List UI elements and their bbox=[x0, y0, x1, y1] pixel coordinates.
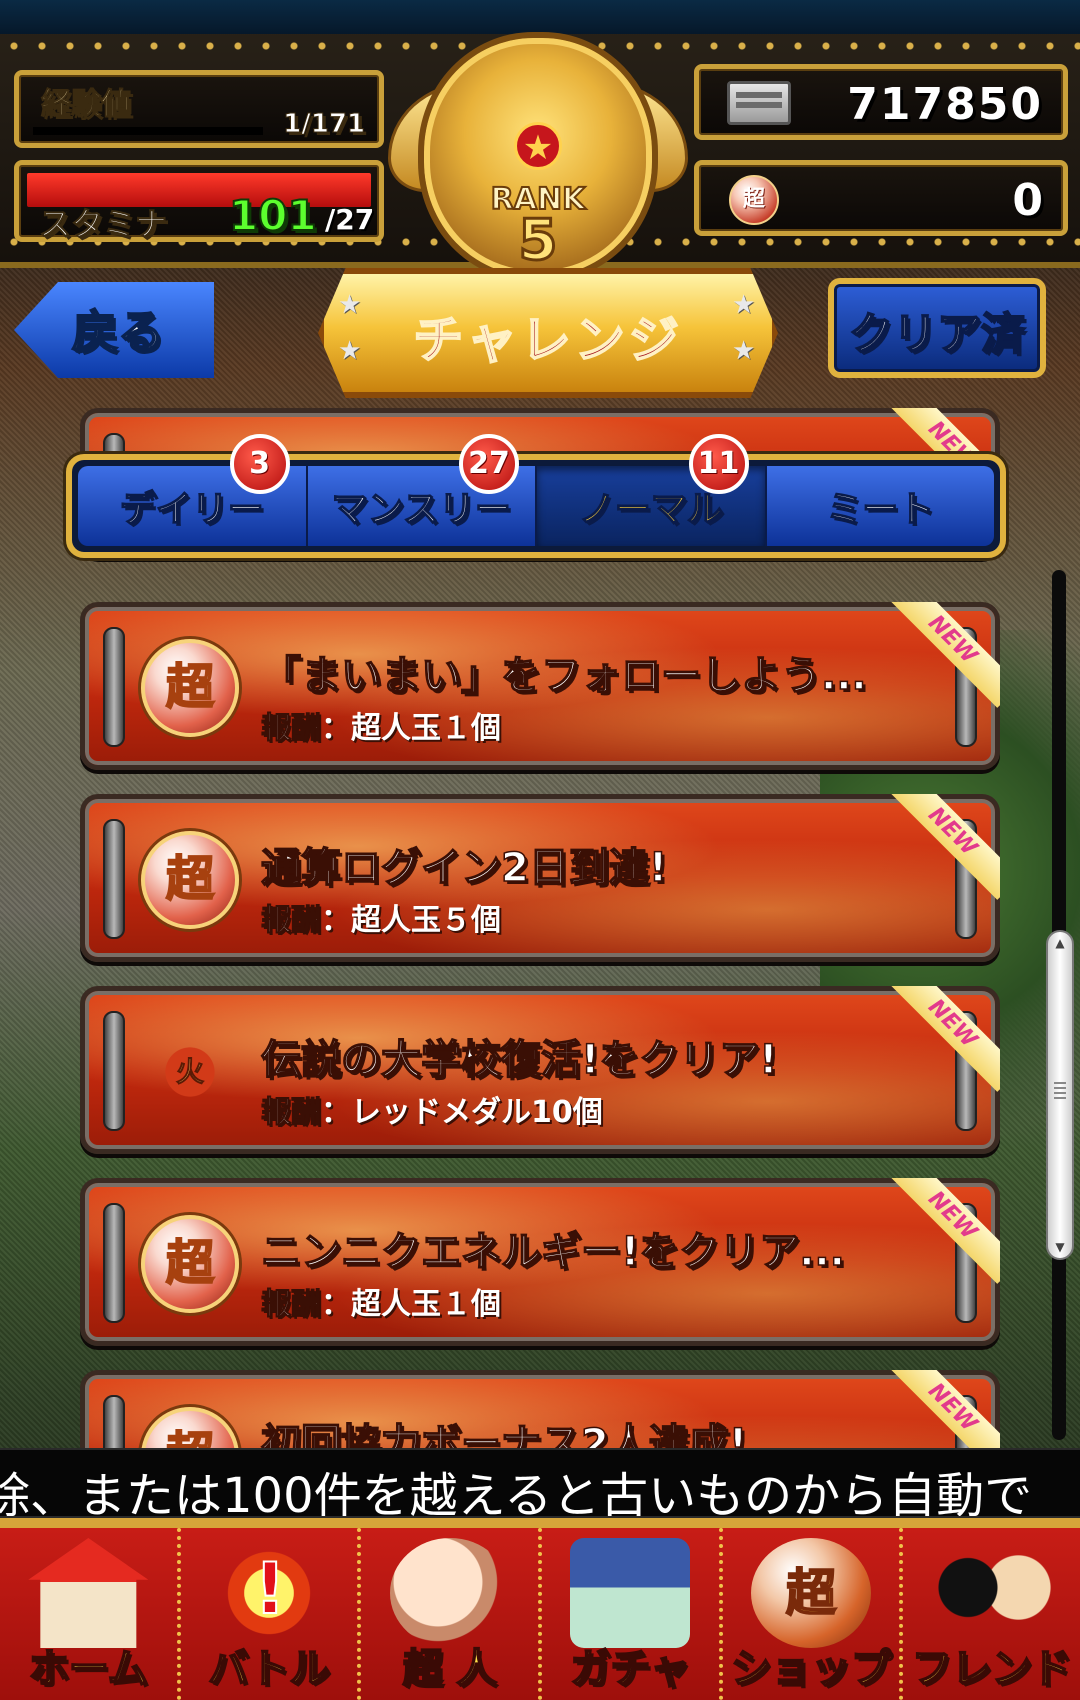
gem-value: 0 bbox=[1012, 175, 1043, 226]
scrollbar-thumb[interactable]: ▲ ▼ bbox=[1046, 930, 1074, 1260]
reward-value: 超人玉５個 bbox=[351, 903, 501, 938]
stamina-max: /27 bbox=[325, 203, 375, 236]
mission-reward: 報酬：超人玉１個 bbox=[261, 1287, 502, 1323]
tab-normal[interactable]: ノーマル 11 bbox=[537, 434, 767, 546]
chojin-orb-icon: 超 bbox=[729, 175, 779, 225]
gacha-icon bbox=[570, 1538, 691, 1648]
new-label: NEW bbox=[890, 602, 1000, 708]
reward-label: 報酬 bbox=[261, 1287, 322, 1323]
page-title: チャレンジ bbox=[412, 310, 683, 370]
reward-value: 超人玉１個 bbox=[351, 1287, 501, 1322]
rank-number: 5 bbox=[517, 207, 559, 275]
nav-home[interactable]: ホーム bbox=[0, 1528, 181, 1700]
new-ribbon: NEW bbox=[890, 794, 1000, 904]
red-medal-icon: 火 bbox=[141, 1023, 239, 1121]
scroll-up-icon: ▲ bbox=[1055, 936, 1065, 950]
mission-title: 伝説の大学校復活!をクリア! bbox=[260, 1036, 778, 1084]
exp-panel: 経験値 1/171 bbox=[14, 70, 384, 148]
chojin-orb-icon: 超 bbox=[141, 1407, 239, 1448]
new-ribbon: NEW bbox=[890, 1370, 1000, 1448]
mission-title: ニンニクエネルギー!をクリア... bbox=[260, 1228, 845, 1276]
reward-value: 超人玉１個 bbox=[351, 711, 501, 746]
card-rail bbox=[103, 1203, 125, 1323]
chojin-orb-icon: 超 bbox=[141, 831, 239, 929]
nav-label: フレンド bbox=[911, 1645, 1073, 1693]
battle-icon bbox=[209, 1538, 329, 1648]
new-ribbon: NEW bbox=[890, 986, 1000, 1096]
news-ticker: 除、または100件を越えると古いものから自動で bbox=[0, 1448, 1080, 1518]
reward-label: 報酬 bbox=[261, 903, 322, 939]
reward-value: レッドメダル10個 bbox=[351, 1095, 603, 1130]
card-rail bbox=[103, 1011, 125, 1131]
chojin-icon bbox=[389, 1538, 510, 1648]
nav-label: ガチャ bbox=[570, 1645, 692, 1693]
nav-label: 超 人 bbox=[402, 1645, 498, 1693]
gem-panel: 超 0 bbox=[694, 160, 1068, 236]
ticker-text: 除、または100件を越えると古いものから自動で bbox=[0, 1468, 1033, 1518]
nav-shop[interactable]: 超 ショップ bbox=[723, 1528, 904, 1700]
mission-title: 初回協力ボーナス2人達成! bbox=[260, 1420, 748, 1448]
card-rail bbox=[103, 1395, 125, 1448]
mission-reward: 報酬：超人玉５個 bbox=[261, 903, 502, 939]
exp-bar bbox=[33, 127, 263, 135]
card-rail bbox=[103, 819, 125, 939]
bottom-nav: ホーム バトル 超 人 ガチャ 超 ショップ フレンド bbox=[0, 1518, 1080, 1700]
exp-label: 経験値 bbox=[41, 87, 132, 123]
count-badge: 27 bbox=[459, 434, 519, 494]
new-ribbon: NEW bbox=[890, 602, 1000, 712]
cleared-button[interactable]: クリア済 bbox=[828, 278, 1046, 378]
new-ribbon: NEW bbox=[890, 1178, 1000, 1288]
chojin-orb-icon: 超 bbox=[141, 639, 239, 737]
list-item[interactable]: 超 ニンニクエネルギー!をクリア... 報酬：超人玉１個 NEW bbox=[80, 1178, 1000, 1346]
cleared-button-label: クリア済 bbox=[848, 308, 1026, 361]
nav-gacha[interactable]: ガチャ bbox=[542, 1528, 723, 1700]
money-panel: 717850 bbox=[694, 64, 1068, 140]
stamina-panel: スタミナ 101 /27 bbox=[14, 160, 384, 244]
mission-title: 通算ログイン2日到達! bbox=[260, 844, 668, 892]
mission-tabs: デイリー 3 マンスリー 27 ノーマル 11 ミート bbox=[66, 434, 1006, 558]
mission-reward: 報酬：レッドメダル10個 bbox=[261, 1095, 603, 1131]
new-label: NEW bbox=[890, 1178, 1000, 1284]
tab-daily[interactable]: デイリー 3 bbox=[78, 434, 308, 546]
reward-label: 報酬 bbox=[261, 1095, 322, 1131]
back-button[interactable]: 戻る bbox=[8, 276, 220, 384]
money-icon bbox=[727, 81, 791, 125]
scroll-grip-icon bbox=[1054, 1082, 1066, 1102]
nav-label: ホーム bbox=[28, 1645, 149, 1693]
money-value: 717850 bbox=[847, 79, 1043, 130]
nav-chojin[interactable]: 超 人 bbox=[361, 1528, 543, 1700]
nav-battle[interactable]: バトル bbox=[181, 1528, 362, 1700]
card-rail bbox=[103, 627, 125, 747]
mission-title: 「まいまい」をフォローしよう... bbox=[260, 652, 867, 700]
new-label: NEW bbox=[890, 794, 1000, 900]
nav-label: ショップ bbox=[730, 1645, 892, 1693]
star-icon: ★ bbox=[514, 122, 562, 170]
new-label: NEW bbox=[890, 986, 1000, 1092]
list-item[interactable]: 超 「まいまい」をフォローしよう... 報酬：超人玉１個 NEW bbox=[80, 602, 1000, 770]
count-badge: 11 bbox=[688, 434, 749, 494]
stamina-current: 101 bbox=[228, 190, 318, 241]
list-item[interactable]: 火 伝説の大学校復活!をクリア! 報酬：レッドメダル10個 NEW bbox=[80, 986, 1000, 1154]
back-button-label: 戻る bbox=[71, 304, 165, 360]
tab-label: ミート bbox=[825, 488, 935, 531]
status-header: 経験値 1/171 スタミナ 101 /27 717850 超 0 ★ RANK… bbox=[0, 0, 1080, 282]
nav-label: バトル bbox=[207, 1645, 330, 1693]
tab-meat[interactable]: ミート bbox=[766, 466, 994, 546]
home-icon bbox=[28, 1538, 149, 1648]
stamina-label: スタミナ bbox=[38, 205, 168, 244]
list-item[interactable]: 超 通算ログイン2日到達! 報酬：超人玉５個 NEW bbox=[80, 794, 1000, 962]
list-item[interactable]: 超 初回協力ボーナス2人達成! NEW bbox=[80, 1370, 1000, 1448]
nav-friend[interactable]: フレンド bbox=[903, 1528, 1080, 1700]
shop-icon: 超 bbox=[751, 1538, 872, 1648]
chojin-orb-icon: 超 bbox=[141, 1215, 239, 1313]
friend-icon bbox=[931, 1538, 1052, 1648]
tab-monthly[interactable]: マンスリー 27 bbox=[307, 434, 537, 546]
scroll-down-icon: ▼ bbox=[1055, 1240, 1065, 1254]
rank-emblem: ★ RANK 5 bbox=[388, 22, 688, 282]
mission-reward: 報酬：超人玉１個 bbox=[261, 711, 502, 747]
exp-value: 1/171 bbox=[283, 109, 366, 140]
new-label: NEW bbox=[890, 1370, 1000, 1448]
count-badge: 3 bbox=[229, 434, 290, 494]
reward-label: 報酬 bbox=[261, 711, 322, 747]
